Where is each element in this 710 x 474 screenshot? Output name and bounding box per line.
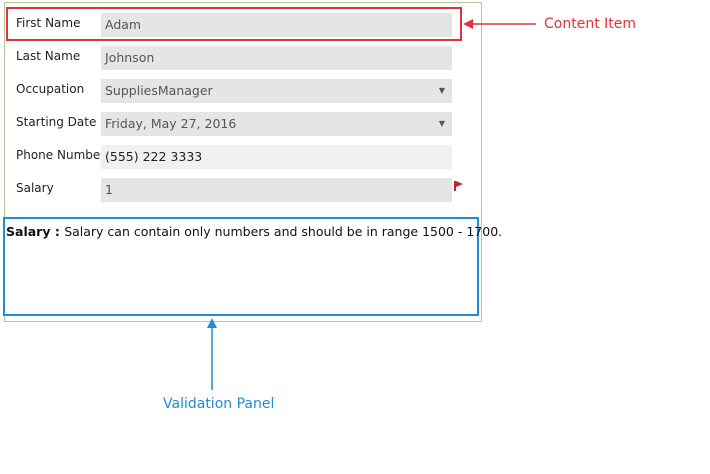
validation-panel-arrow-head [207,318,217,328]
callout-arrows [207,19,536,390]
content-item-arrow-head [463,19,473,29]
validation-panel-callout: Validation Panel [163,396,275,412]
content-item-callout: Content Item [544,16,636,32]
